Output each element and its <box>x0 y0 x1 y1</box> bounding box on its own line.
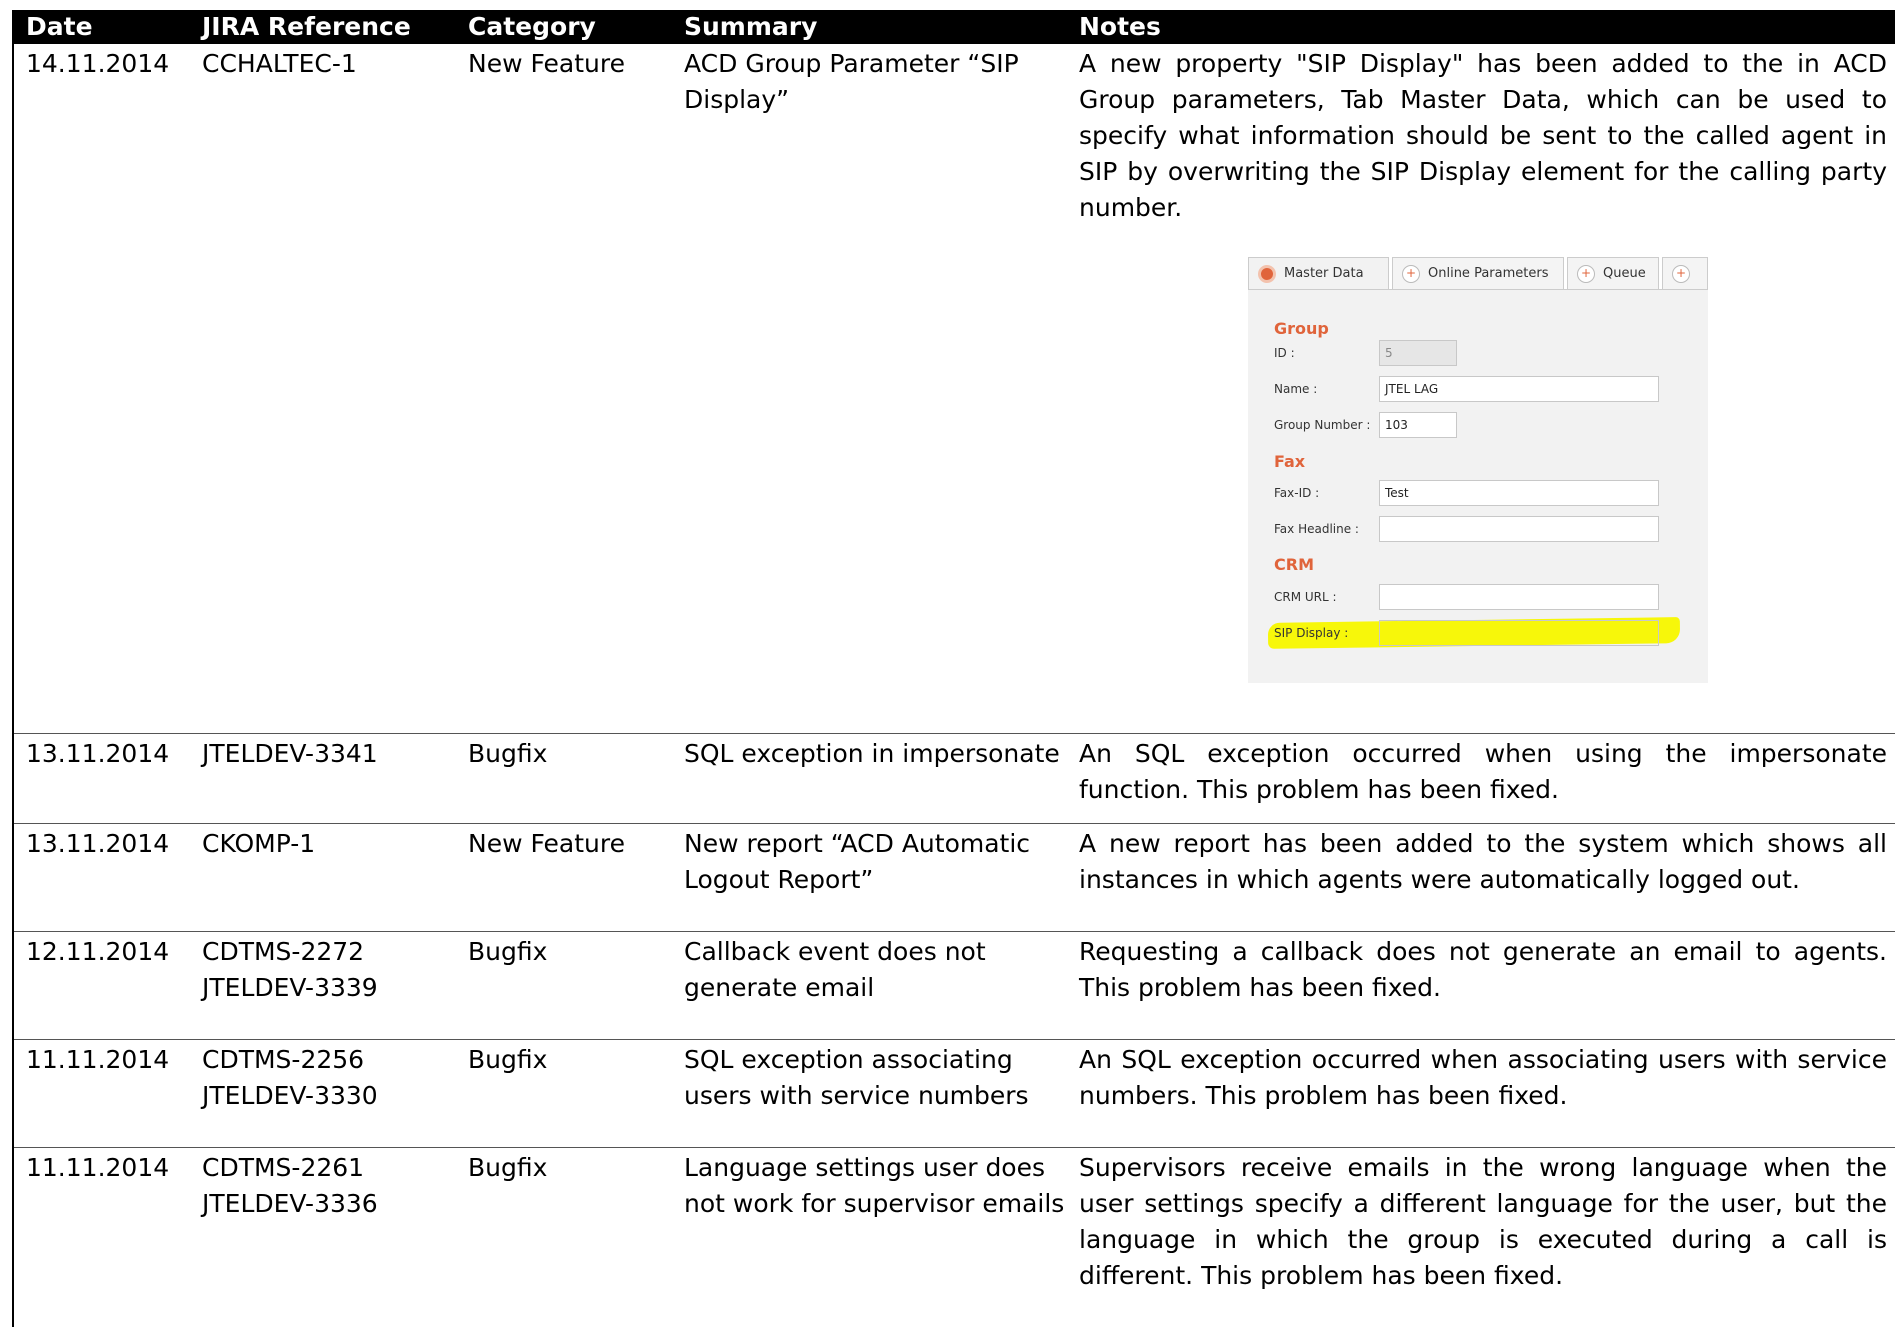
summary-line: New report “ACD Automatic <box>684 829 1031 858</box>
row-category: New Feature <box>468 829 625 858</box>
row-notes: An SQL exception occurred when associati… <box>1079 1045 1887 1110</box>
acd-group-settings-screenshot: Master Data + Online Parameters + Queue … <box>1248 257 1708 683</box>
header-notes: Notes <box>1079 12 1161 41</box>
row-category: Bugfix <box>468 1153 548 1182</box>
summary-line: SQL exception in impersonate <box>684 739 1060 768</box>
jira-key: JTELDEV-3336 <box>202 1189 378 1218</box>
header-date: Date <box>26 12 93 41</box>
crm-url-field[interactable] <box>1379 584 1659 610</box>
table-row: 11.11.2014 CDTMS-2261 JTELDEV-3336 Bugfi… <box>14 1148 1895 1327</box>
row-date: 11.11.2014 <box>26 1153 170 1182</box>
sip-display-label: SIP Display : <box>1274 626 1349 640</box>
id-label: ID : <box>1274 346 1295 360</box>
summary-line: Language settings user does <box>684 1153 1046 1182</box>
name-field[interactable]: JTEL LAG <box>1379 376 1659 402</box>
jira-key: CDTMS-2261 <box>202 1153 365 1182</box>
plus-icon: + <box>1577 265 1595 283</box>
row-date: 11.11.2014 <box>26 1045 170 1074</box>
tab-label: Queue <box>1603 266 1646 281</box>
row-jira-reference: CDTMS-2256 JTELDEV-3330 <box>190 1040 456 1147</box>
row-summary: SQL exception in impersonate <box>672 734 1067 823</box>
row-notes: An SQL exception occurred when using the… <box>1079 739 1887 804</box>
summary-line: SQL exception associating <box>684 1045 1013 1074</box>
summary-line: Callback event does not <box>684 937 986 966</box>
group-number-field[interactable]: 103 <box>1379 412 1457 438</box>
table-row: 12.11.2014 CDTMS-2272 JTELDEV-3339 Bugfi… <box>14 932 1895 1040</box>
jira-key: JTELDEV-3341 <box>202 739 378 768</box>
plus-icon: + <box>1672 265 1690 283</box>
row-date: 12.11.2014 <box>26 937 170 966</box>
notes-text: A new property "SIP Display" has been ad… <box>1079 49 1887 222</box>
row-date: 14.11.2014 <box>26 49 170 78</box>
row-category: New Feature <box>468 49 625 78</box>
row-summary: SQL exception associating users with ser… <box>672 1040 1067 1147</box>
summary-line: users with service numbers <box>684 1081 1029 1110</box>
summary-line: Logout Report” <box>684 865 874 894</box>
tab-bar: Master Data + Online Parameters + Queue … <box>1248 257 1708 289</box>
section-fax-title: Fax <box>1274 452 1306 471</box>
row-date: 13.11.2014 <box>26 829 170 858</box>
section-group-title: Group <box>1274 319 1329 338</box>
sip-display-field[interactable] <box>1379 620 1659 646</box>
row-category: Bugfix <box>468 937 548 966</box>
row-jira-reference: CDTMS-2261 JTELDEV-3336 <box>190 1148 456 1327</box>
tab-master-data[interactable]: Master Data <box>1248 257 1389 289</box>
header-jira-reference: JIRA Reference <box>202 12 411 41</box>
jira-key: JTELDEV-3339 <box>202 973 378 1002</box>
fax-id-label: Fax-ID : <box>1274 486 1320 500</box>
row-summary: New report “ACD Automatic Logout Report” <box>672 824 1067 931</box>
group-number-label: Group Number : <box>1274 418 1371 432</box>
row-notes: Requesting a callback does not generate … <box>1079 937 1887 1002</box>
header-category: Category <box>468 12 596 41</box>
row-jira-reference: CKOMP-1 <box>190 824 456 931</box>
row-notes: A new report has been added to the syste… <box>1079 829 1887 894</box>
table-header: Date JIRA Reference Category Summary Not… <box>14 12 1895 44</box>
tab-online-parameters[interactable]: + Online Parameters <box>1392 257 1564 289</box>
row-category: Bugfix <box>468 1045 548 1074</box>
fax-id-field[interactable]: Test <box>1379 480 1659 506</box>
row-summary: Language settings user does not work for… <box>672 1148 1067 1327</box>
tab-more[interactable]: + <box>1662 257 1708 289</box>
row-date: 13.11.2014 <box>26 739 170 768</box>
jira-key: CDTMS-2256 <box>202 1045 365 1074</box>
jira-key: CCHALTEC-1 <box>202 49 357 78</box>
fax-headline-field[interactable] <box>1379 516 1659 542</box>
summary-line: generate email <box>684 973 875 1002</box>
fax-headline-label: Fax Headline : <box>1274 522 1359 536</box>
row-summary: ACD Group Parameter “SIP Display” <box>672 44 1067 733</box>
name-label: Name : <box>1274 382 1318 396</box>
row-jira-reference: CDTMS-2272 JTELDEV-3339 <box>190 932 456 1039</box>
table-row: 13.11.2014 CKOMP-1 New Feature New repor… <box>14 824 1895 932</box>
summary-line: ACD Group Parameter “SIP <box>684 49 1019 78</box>
tab-label: Online Parameters <box>1428 266 1549 281</box>
plus-icon: + <box>1402 265 1420 283</box>
jira-key: CKOMP-1 <box>202 829 316 858</box>
summary-line: not work for supervisor emails <box>684 1189 1065 1218</box>
active-tab-icon <box>1258 265 1276 283</box>
section-crm-title: CRM <box>1274 555 1314 574</box>
row-jira-reference: CCHALTEC-1 <box>190 44 456 733</box>
id-field[interactable]: 5 <box>1379 340 1457 366</box>
summary-line: Display” <box>684 85 790 114</box>
row-jira-reference: JTELDEV-3341 <box>190 734 456 823</box>
jira-key: JTELDEV-3330 <box>202 1081 378 1110</box>
tab-queue[interactable]: + Queue <box>1567 257 1659 289</box>
row-notes: Supervisors receive emails in the wrong … <box>1079 1153 1887 1290</box>
crm-url-label: CRM URL : <box>1274 590 1337 604</box>
table-row: 11.11.2014 CDTMS-2256 JTELDEV-3330 Bugfi… <box>14 1040 1895 1148</box>
row-category: Bugfix <box>468 739 548 768</box>
jira-key: CDTMS-2272 <box>202 937 365 966</box>
table-row: 13.11.2014 JTELDEV-3341 Bugfix SQL excep… <box>14 734 1895 824</box>
header-summary: Summary <box>684 12 818 41</box>
tab-label: Master Data <box>1284 266 1364 281</box>
row-summary: Callback event does not generate email <box>672 932 1067 1039</box>
